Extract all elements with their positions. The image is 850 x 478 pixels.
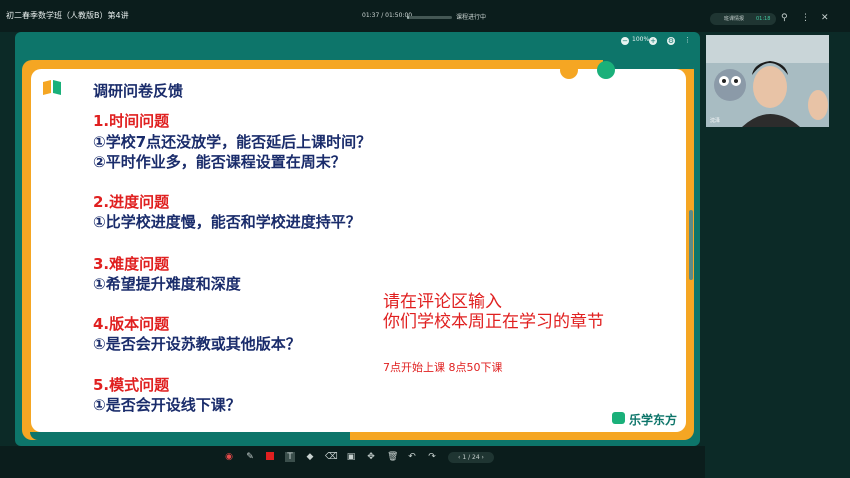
board-scrollbar[interactable]	[689, 210, 693, 280]
section-heading: 5.模式问题	[93, 376, 170, 394]
section-heading: 3.难度问题	[93, 255, 170, 273]
section-heading: 1.时间问题	[93, 112, 170, 130]
redo-icon[interactable]: ↷	[427, 452, 437, 462]
class-progress-bar	[407, 16, 452, 19]
slide-title: 调研问卷反馈	[93, 82, 184, 100]
brand-logo-icon	[612, 412, 625, 424]
slide-accent-bottom	[30, 432, 350, 440]
eraser-icon[interactable]: ⌫	[325, 452, 338, 462]
color-red-swatch[interactable]	[265, 452, 275, 462]
zoom-level: 100%	[632, 36, 650, 43]
section-item: ②平时作业多，能否课程设置在周末？	[93, 153, 346, 171]
text-tool-icon[interactable]: T	[285, 452, 295, 462]
class-timer: 01:37 / 01:50:00	[362, 12, 413, 19]
comment-prompt-line2: 你们学校本周正在学习的章节	[383, 312, 604, 332]
zoom-in-button[interactable]: +	[649, 37, 657, 45]
decor-orange-dot	[560, 61, 578, 79]
save-icon[interactable]: ▣	[346, 452, 356, 462]
section-item: ①是否会开设线下课？	[93, 396, 241, 414]
section-item: ①学校7点还没放学，能否延后上课时间？	[93, 133, 372, 151]
section-item: ①是否会开设苏教或其他版本？	[93, 335, 301, 353]
app-title: 初二春季数学班（人教版B）第4讲	[6, 11, 129, 20]
page-number: 1 / 24	[462, 454, 480, 461]
brand-name: 乐学东方	[629, 413, 678, 427]
section-heading: 4.版本问题	[93, 315, 170, 333]
section-item: ①希望提升难度和深度	[93, 275, 241, 293]
section-item: ①比学校进度慢，能否和学校进度持平？	[93, 213, 361, 231]
move-icon[interactable]: ✥	[366, 452, 376, 462]
undo-icon[interactable]: ↶	[407, 452, 417, 462]
zoom-out-button[interactable]: −	[621, 37, 629, 45]
page-indicator[interactable]: ‹ 1 / 24 ›	[448, 452, 494, 463]
teacher-video	[706, 35, 829, 127]
close-icon[interactable]: ✕	[821, 12, 829, 24]
class-progress-fill	[407, 16, 409, 19]
book-icon	[43, 80, 61, 95]
class-info-button[interactable]: 班课情报 01:18	[710, 13, 776, 25]
schedule-note: 7点开始上课 8点50下课	[383, 361, 503, 374]
slide-accent-top	[603, 60, 694, 69]
class-info-time: 01:18	[756, 16, 771, 22]
more-icon[interactable]: ⋮	[801, 12, 810, 24]
settings-icon[interactable]: ⚙	[667, 37, 675, 45]
pen-icon[interactable]: ✎	[245, 452, 255, 462]
section-heading: 2.进度问题	[93, 193, 170, 211]
search-icon[interactable]: ⚲	[781, 12, 788, 24]
class-status: 课程进行中	[456, 14, 487, 21]
teacher-name-tag: 沈泽	[710, 118, 721, 124]
laser-pointer-icon[interactable]: ◉	[224, 452, 234, 462]
shape-tool-icon[interactable]: ◆	[305, 452, 315, 462]
delete-icon[interactable]: 🗑	[387, 452, 398, 462]
class-info-label: 班课情报	[724, 16, 745, 22]
next-page-icon[interactable]: ›	[480, 454, 484, 461]
decor-green-dot	[597, 61, 615, 79]
fullscreen-icon[interactable]: ⋮	[684, 36, 691, 44]
